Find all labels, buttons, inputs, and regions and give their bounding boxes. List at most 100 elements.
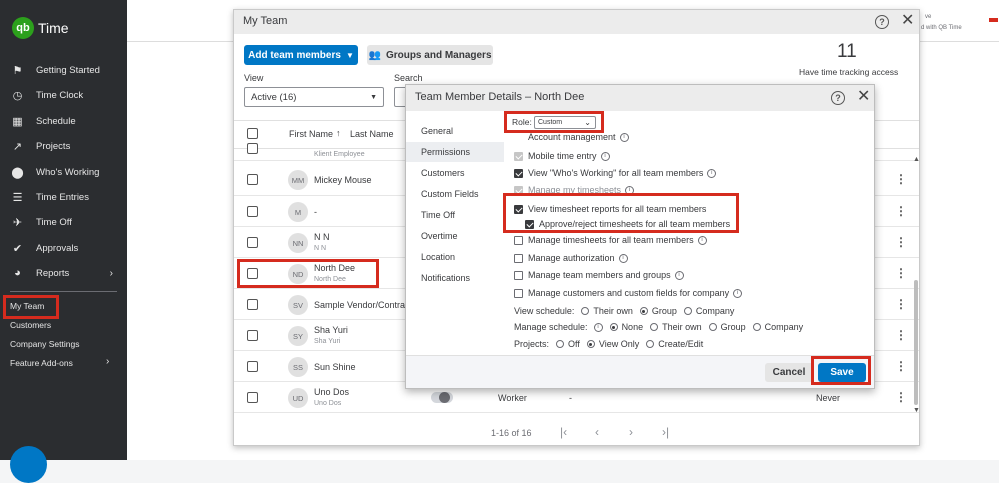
perm-checkbox[interactable] — [514, 168, 523, 178]
next-page-icon[interactable]: › — [629, 425, 633, 439]
permission-manage-customers[interactable]: Manage customers and custom fields for c… — [514, 288, 743, 298]
help-bubble-icon[interactable] — [10, 446, 47, 483]
radio-group[interactable] — [639, 307, 648, 315]
help-icon[interactable]: ? — [875, 15, 889, 29]
row-checkbox[interactable] — [247, 206, 258, 217]
row-checkbox[interactable] — [247, 174, 258, 185]
radio-their-own[interactable] — [650, 323, 659, 331]
view-schedule-row: View schedule: Their own Group Company — [514, 306, 735, 316]
tab-general[interactable]: General — [421, 126, 453, 136]
radio-company[interactable] — [683, 307, 692, 315]
sidebar-item-getting-started[interactable]: ⚑ Getting Started — [0, 59, 127, 81]
tab-overtime[interactable]: Overtime — [421, 231, 458, 241]
tab-notifications[interactable]: Notifications — [421, 273, 470, 283]
info-icon[interactable]: i — [674, 270, 684, 280]
tab-custom-fields[interactable]: Custom Fields — [421, 189, 479, 199]
pagination-range: 1-16 of 16 — [491, 428, 532, 438]
more-options-icon[interactable]: ⋮ — [895, 297, 907, 311]
permission-manage-team-members[interactable]: Manage team members and groups i — [514, 270, 684, 280]
perm-checkbox[interactable] — [514, 235, 523, 245]
row-checkbox[interactable] — [247, 330, 258, 341]
more-options-icon[interactable]: ⋮ — [895, 390, 907, 404]
scroll-down-icon[interactable]: ▼ — [913, 407, 920, 414]
permission-manage-authorization[interactable]: Manage authorization i — [514, 253, 628, 263]
scrollbar[interactable] — [914, 280, 918, 405]
help-icon[interactable]: ? — [831, 91, 845, 105]
permission-mobile-time-entry[interactable]: Mobile time entry i — [514, 151, 610, 161]
radio-view-only[interactable] — [586, 340, 595, 348]
sidebar-item-time-off[interactable]: ✈ Time Off — [0, 211, 127, 233]
perm-checkbox[interactable] — [514, 253, 523, 263]
add-team-members-button[interactable]: Add team members ▼ — [244, 45, 358, 65]
more-options-icon[interactable]: ⋮ — [895, 266, 907, 280]
red-marker — [989, 18, 998, 22]
radio-none[interactable] — [609, 323, 618, 331]
previous-page-icon[interactable]: ‹ — [595, 425, 599, 439]
info-icon[interactable]: i — [619, 132, 629, 142]
tab-customers[interactable]: Customers — [421, 168, 465, 178]
sidebar-item-company-settings[interactable]: Company Settings — [10, 339, 79, 349]
perm-checkbox[interactable] — [514, 151, 523, 161]
tab-time-off[interactable]: Time Off — [421, 210, 455, 220]
more-options-icon[interactable]: ⋮ — [895, 204, 907, 218]
radio-group[interactable] — [708, 323, 717, 331]
brand-name: Time — [38, 20, 69, 36]
scroll-up-icon[interactable]: ▲ — [913, 156, 920, 163]
permission-view-whos-working[interactable]: View "Who's Working" for all team member… — [514, 168, 717, 178]
sidebar-item-time-entries[interactable]: ☰ Time Entries — [0, 186, 127, 208]
row-checkbox[interactable] — [247, 392, 258, 403]
first-page-icon[interactable]: |‹ — [560, 425, 567, 439]
row-checkbox[interactable] — [247, 143, 258, 154]
select-all-checkbox[interactable] — [247, 128, 258, 139]
cancel-button[interactable]: Cancel — [765, 363, 813, 382]
sidebar-item-time-clock[interactable]: ◷ Time Clock — [0, 84, 127, 106]
info-icon[interactable]: i — [593, 322, 603, 332]
more-options-icon[interactable]: ⋮ — [895, 328, 907, 342]
radio-off[interactable] — [556, 340, 565, 348]
column-first-name[interactable]: First Name — [289, 129, 333, 139]
info-icon[interactable]: i — [600, 151, 610, 161]
info-icon[interactable]: i — [618, 253, 628, 263]
sidebar-item-feature-addons[interactable]: Feature Add-ons — [10, 358, 73, 368]
sidebar-item-approvals[interactable]: ✔ Approvals — [0, 237, 127, 259]
close-icon[interactable]: ✕ — [901, 13, 914, 29]
sidebar-item-projects[interactable]: ↗ Projects — [0, 135, 127, 157]
tab-permissions[interactable]: Permissions — [421, 147, 470, 157]
sort-arrow-up-icon[interactable]: ↑ — [336, 128, 341, 138]
sidebar-item-whos-working[interactable]: ⬤ Who's Working — [0, 161, 127, 183]
more-options-icon[interactable]: ⋮ — [895, 172, 907, 186]
chart-line-icon: ↗ — [12, 140, 23, 153]
permission-account-management[interactable]: Account management i — [514, 132, 629, 142]
close-icon[interactable]: ✕ — [857, 89, 870, 105]
row-checkbox[interactable] — [247, 237, 258, 248]
access-toggle[interactable] — [431, 392, 453, 403]
groups-and-managers-button[interactable]: 👥 Groups and Managers — [367, 45, 493, 65]
info-icon[interactable]: i — [697, 235, 707, 245]
radio-company[interactable] — [752, 323, 761, 331]
column-last-name[interactable]: Last Name — [350, 129, 394, 139]
access-count: 11 — [837, 41, 857, 62]
sidebar-item-reports[interactable]: ◕ Reports › — [0, 262, 127, 284]
chevron-right-icon: › — [109, 267, 113, 279]
more-options-icon[interactable]: ⋮ — [895, 359, 907, 373]
sidebar-item-customers[interactable]: Customers — [10, 320, 51, 330]
view-select[interactable]: Active (16) ▼ — [244, 87, 384, 107]
radio-their-own[interactable] — [581, 307, 590, 315]
last-page-icon[interactable]: ›| — [662, 425, 669, 439]
search-label: Search — [394, 73, 423, 83]
permission-manage-timesheets[interactable]: Manage timesheets for all team members i — [514, 235, 707, 245]
sidebar-item-schedule[interactable]: ▦ Schedule — [0, 110, 127, 132]
info-icon[interactable]: i — [733, 288, 743, 298]
radio-create-edit[interactable] — [646, 340, 655, 348]
perm-checkbox[interactable] — [514, 288, 523, 298]
sidebar: qb Time ⚑ Getting Started ◷ Time Clock ▦ Sc… — [0, 0, 127, 483]
info-icon[interactable]: i — [707, 168, 717, 178]
more-options-icon[interactable]: ⋮ — [895, 235, 907, 249]
member-username: Uno Dos — [314, 400, 342, 407]
row-checkbox[interactable] — [247, 299, 258, 310]
perm-checkbox[interactable] — [514, 270, 523, 280]
row-checkbox[interactable] — [247, 361, 258, 372]
tab-location[interactable]: Location — [421, 252, 455, 262]
highlight-box — [503, 193, 739, 233]
member-name: Mickey Mouse — [314, 175, 372, 185]
